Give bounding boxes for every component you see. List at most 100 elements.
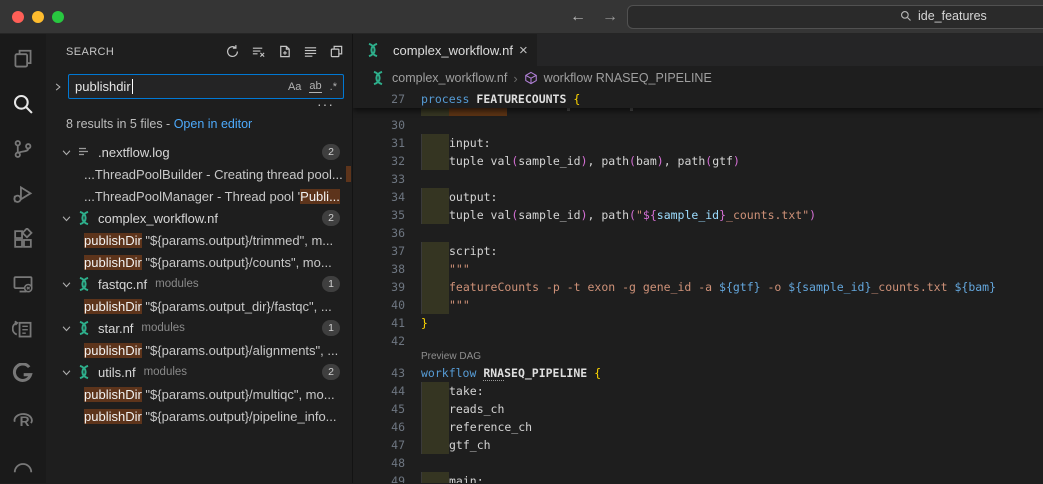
activity-item-run-and-debug[interactable] — [0, 171, 46, 216]
debug-icon — [12, 183, 34, 205]
breadcrumb-symbol[interactable]: workflow RNASEQ_PIPELINE — [544, 71, 712, 85]
search-file-row[interactable]: complex_workflow.nf2 — [46, 207, 352, 229]
code-line[interactable]: 41} — [353, 314, 1043, 332]
code-line[interactable]: 35tuple val(sample_id), path("${sample_i… — [353, 206, 1043, 224]
remote-icon — [12, 273, 34, 295]
code-line[interactable]: 43workflow RNASEQ_PIPELINE { — [353, 364, 1043, 382]
code-line[interactable]: 31input: — [353, 134, 1043, 152]
file-folder: modules — [141, 322, 184, 334]
close-window-button[interactable] — [12, 11, 24, 23]
activity-item-more[interactable] — [0, 441, 46, 484]
code-line[interactable]: 38""" — [353, 260, 1043, 278]
code-line[interactable]: 42 — [353, 332, 1043, 350]
code-line[interactable]: 45reads_ch — [353, 400, 1043, 418]
nextflow-icon — [76, 320, 92, 336]
nextflow-icon — [76, 210, 92, 226]
whole-word-toggle[interactable]: ab — [309, 80, 321, 93]
activity-item-gitlens[interactable] — [0, 351, 46, 396]
chevron-down-icon[interactable] — [58, 279, 74, 290]
line-number: 35 — [353, 206, 417, 224]
file-name: utils.nf — [98, 365, 136, 380]
indent-rainbow-block — [421, 206, 449, 224]
search-file-row[interactable]: star.nfmodules1 — [46, 317, 352, 339]
line-number: 49 — [353, 472, 417, 483]
search-file-row[interactable]: utils.nfmodules2 — [46, 361, 352, 383]
source-control-icon — [12, 138, 34, 160]
minimize-window-button[interactable] — [32, 11, 44, 23]
activity-item-snippets[interactable] — [0, 306, 46, 351]
code-line[interactable]: 30 — [353, 116, 1043, 134]
code-area[interactable]: 27process FEATURECOUNTS { 3031input:32tup… — [353, 90, 1043, 483]
toggle-search-details[interactable]: ··· — [46, 99, 352, 112]
activity-item-source-control[interactable] — [0, 126, 46, 171]
tab-complex-workflow[interactable]: complex_workflow.nf × — [353, 34, 537, 66]
activity-item-explorer[interactable] — [0, 36, 46, 81]
doc-arrow-icon — [12, 318, 34, 340]
search-match-row[interactable]: publishDir "${params.output}/pipeline_in… — [46, 405, 352, 427]
clipped-code-line — [353, 108, 1043, 116]
collapse-all-icon[interactable] — [329, 44, 344, 59]
search-file-row[interactable]: .nextflow.log2 — [46, 141, 352, 163]
traffic-lights — [12, 11, 64, 23]
match-count-badge: 2 — [322, 364, 340, 380]
code-line[interactable]: 44take: — [353, 382, 1043, 400]
code-line[interactable]: 37script: — [353, 242, 1043, 260]
partial-icon — [12, 453, 34, 475]
indent-rainbow-block — [421, 472, 449, 483]
close-tab-icon[interactable]: × — [519, 42, 528, 59]
command-center-text: ide_features — [918, 9, 987, 23]
maximize-window-button[interactable] — [52, 11, 64, 23]
search-match-row[interactable]: ...ThreadPoolManager - Thread pool 'Publ… — [46, 185, 352, 207]
search-match-row[interactable]: ...ThreadPoolBuilder - Creating thread p… — [46, 163, 352, 185]
search-file-row[interactable]: fastqc.nfmodules1 — [46, 273, 352, 295]
clear-search-results-icon[interactable] — [251, 44, 266, 59]
match-highlight: publishDir — [84, 343, 142, 358]
code-line[interactable]: 46reference_ch — [353, 418, 1043, 436]
search-match-row[interactable]: publishDir "${params.output}/counts", mo… — [46, 251, 352, 273]
search-match-row[interactable]: publishDir "${params.output}/multiqc", m… — [46, 383, 352, 405]
code-line[interactable]: 39featureCounts -p -t exon -g gene_id -a… — [353, 278, 1043, 296]
indent-rainbow-block — [421, 278, 449, 296]
activity-item-extensions[interactable] — [0, 216, 46, 261]
line-number: 44 — [353, 382, 417, 400]
chevron-down-icon[interactable] — [58, 147, 74, 158]
code-line[interactable]: 32tuple val(sample_id), path(bam), path(… — [353, 152, 1043, 170]
forward-button[interactable]: → — [602, 8, 618, 26]
code-line[interactable]: 49main: — [353, 472, 1043, 483]
tab-bar: complex_workflow.nf × — [353, 34, 1043, 66]
code-line[interactable]: 48 — [353, 454, 1043, 472]
chevron-down-icon[interactable] — [58, 323, 74, 334]
regex-toggle[interactable]: .* — [330, 81, 337, 93]
breadcrumb: complex_workflow.nf › workflow RNASEQ_PI… — [353, 66, 1043, 90]
search-match-row[interactable]: publishDir "${params.output_dir}/fastqc"… — [46, 295, 352, 317]
match-highlight: publishDir — [84, 387, 142, 402]
search-match-highlight — [449, 108, 507, 116]
search-match-row[interactable]: publishDir "${params.output}/trimmed", m… — [46, 229, 352, 251]
code-line[interactable]: 33 — [353, 170, 1043, 188]
chevron-down-icon[interactable] — [58, 213, 74, 224]
sticky-scroll-line[interactable]: 27process FEATURECOUNTS { — [353, 90, 1043, 108]
codelens-preview-dag[interactable]: Preview DAG — [353, 350, 1043, 364]
indent-rainbow-block — [421, 260, 449, 278]
command-center[interactable]: ide_features — [627, 5, 1043, 29]
line-number: 45 — [353, 400, 417, 418]
search-input[interactable]: publishdir Aa ab .* — [68, 74, 344, 99]
back-button[interactable]: ← — [570, 8, 586, 26]
activity-item-remote-explorer[interactable] — [0, 261, 46, 306]
chevron-down-icon[interactable] — [58, 367, 74, 378]
view-as-list-icon[interactable] — [303, 44, 318, 59]
new-search-editor-icon[interactable] — [277, 44, 292, 59]
code-line[interactable]: 47gtf_ch — [353, 436, 1043, 454]
code-line[interactable]: 34output: — [353, 188, 1043, 206]
breadcrumb-file[interactable]: complex_workflow.nf — [392, 71, 507, 85]
nextflow-icon — [370, 70, 386, 86]
activity-item-r-language[interactable]: R — [0, 396, 46, 441]
match-case-toggle[interactable]: Aa — [288, 81, 301, 93]
activity-item-search[interactable] — [0, 81, 46, 126]
code-line[interactable]: 36 — [353, 224, 1043, 242]
toggle-replace-chevron-icon[interactable] — [50, 82, 66, 92]
code-line[interactable]: 40""" — [353, 296, 1043, 314]
refresh-icon[interactable] — [225, 44, 240, 59]
search-match-row[interactable]: publishDir "${params.output}/alignments"… — [46, 339, 352, 361]
open-in-editor-link[interactable]: Open in editor — [174, 117, 253, 131]
